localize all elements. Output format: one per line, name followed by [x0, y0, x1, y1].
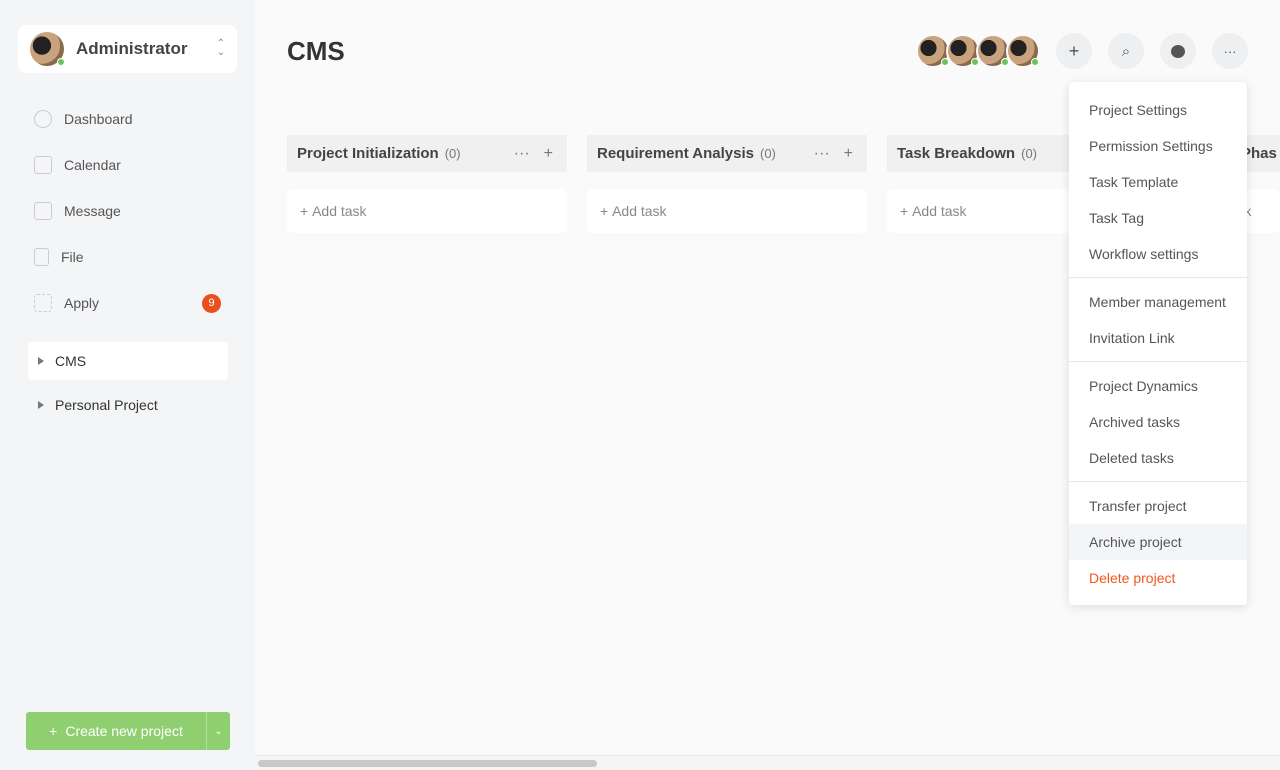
avatar	[30, 32, 65, 66]
project-label: CMS	[55, 353, 87, 369]
project-label: Personal Project	[55, 397, 158, 413]
column: Requirement Analysis (0) ··· + + Add task	[587, 135, 867, 233]
menu-transfer-project[interactable]: Transfer project	[1069, 488, 1247, 524]
nav-file[interactable]: File	[28, 234, 228, 280]
add-task-button[interactable]: + Add task	[587, 189, 867, 233]
plus-icon[interactable]: +	[544, 145, 553, 163]
sidebar: Administrator ⌃ ⌄ Dashboard Calendar Mess…	[0, 0, 255, 770]
search-icon: ⌕	[1121, 42, 1131, 60]
add-task-label: Add task	[612, 203, 667, 219]
user-name: Administrator	[76, 39, 188, 58]
menu-member-management[interactable]: Member management	[1069, 284, 1247, 320]
nav-dashboard[interactable]: Dashboard	[28, 96, 228, 142]
avatar[interactable]	[946, 34, 980, 68]
project-cms[interactable]: CMS	[28, 342, 228, 380]
menu-archived-tasks[interactable]: Archived tasks	[1069, 404, 1247, 440]
horizontal-scrollbar[interactable]	[255, 755, 1280, 770]
nav-message[interactable]: Message	[28, 188, 228, 234]
add-task-label: Add task	[312, 203, 367, 219]
column-count: (0)	[444, 146, 461, 161]
menu-divider	[1069, 481, 1247, 482]
menu-task-tag[interactable]: Task Tag	[1069, 200, 1247, 236]
nav-label: Calendar	[64, 157, 121, 173]
plus-icon: +	[49, 723, 58, 739]
column-header: Requirement Analysis (0) ··· +	[587, 135, 867, 172]
nav: Dashboard Calendar Message File Apply 9	[28, 96, 228, 326]
expand-icon[interactable]	[38, 357, 44, 365]
add-task-label: Add task	[912, 203, 967, 219]
nav-label: File	[61, 249, 84, 265]
nav-apply[interactable]: Apply 9	[28, 280, 228, 326]
online-indicator	[57, 58, 65, 66]
column-title: Project Initialization	[297, 145, 439, 162]
project-more-menu: Project Settings Permission Settings Tas…	[1069, 82, 1247, 605]
chat-button[interactable]	[1160, 33, 1196, 69]
file-icon	[34, 248, 49, 266]
avatar[interactable]	[1006, 34, 1040, 68]
menu-task-template[interactable]: Task Template	[1069, 164, 1247, 200]
menu-archive-project[interactable]: Archive project	[1069, 524, 1247, 560]
column: Project Initialization (0) ··· + + Add task	[287, 135, 567, 233]
column-header: Project Initialization (0) ··· +	[287, 135, 567, 172]
apply-badge: 9	[202, 293, 221, 313]
more-button[interactable]: ···	[1212, 33, 1248, 69]
more-icon[interactable]: ···	[514, 145, 530, 163]
more-icon: ···	[1223, 43, 1237, 59]
nav-calendar[interactable]: Calendar	[28, 142, 228, 188]
avatar[interactable]	[916, 34, 950, 68]
avatar[interactable]	[976, 34, 1010, 68]
page-title: CMS	[287, 36, 345, 66]
nav-label: Message	[64, 203, 121, 219]
scrollbar-thumb[interactable]	[258, 760, 597, 767]
column-title: Task Breakdown	[897, 145, 1016, 162]
create-dropdown-chevron-icon[interactable]: ⌄	[206, 712, 230, 750]
create-project-button[interactable]: + Create new project ⌄	[26, 712, 230, 750]
search-button[interactable]: ⌕	[1108, 33, 1144, 69]
plus-icon: +	[1068, 40, 1080, 61]
column-title: Requirement Analysis	[597, 145, 754, 162]
more-icon[interactable]: ···	[814, 145, 830, 163]
message-icon	[34, 202, 52, 220]
project-personal[interactable]: Personal Project	[28, 386, 228, 424]
expand-icon[interactable]	[38, 401, 44, 409]
menu-project-settings[interactable]: Project Settings	[1069, 92, 1247, 128]
column-count: (0)	[1021, 146, 1037, 161]
menu-invitation-link[interactable]: Invitation Link	[1069, 320, 1247, 356]
user-switcher[interactable]: Administrator ⌃ ⌄	[18, 25, 237, 73]
column-count: (0)	[760, 146, 776, 161]
add-button[interactable]: +	[1056, 33, 1092, 69]
plus-icon[interactable]: +	[844, 145, 853, 163]
member-avatars[interactable]	[916, 34, 1040, 68]
online-indicator	[1031, 58, 1039, 66]
menu-delete-project[interactable]: Delete project	[1069, 560, 1247, 596]
dashboard-icon	[34, 110, 52, 128]
switch-chevrons-icon: ⌃ ⌄	[216, 38, 225, 58]
nav-label: Apply	[64, 295, 100, 311]
nav-label: Dashboard	[64, 111, 133, 127]
menu-permission-settings[interactable]: Permission Settings	[1069, 128, 1247, 164]
chat-icon	[1171, 44, 1185, 58]
create-project-main[interactable]: + Create new project	[26, 712, 206, 750]
create-label: Create new project	[65, 723, 183, 739]
menu-project-dynamics[interactable]: Project Dynamics	[1069, 368, 1247, 404]
calendar-icon	[34, 156, 52, 174]
add-task-button[interactable]: + Add task	[287, 189, 567, 233]
menu-deleted-tasks[interactable]: Deleted tasks	[1069, 440, 1247, 476]
menu-workflow-settings[interactable]: Workflow settings	[1069, 236, 1247, 272]
menu-divider	[1069, 277, 1247, 278]
menu-divider	[1069, 361, 1247, 362]
apply-icon	[34, 294, 52, 312]
